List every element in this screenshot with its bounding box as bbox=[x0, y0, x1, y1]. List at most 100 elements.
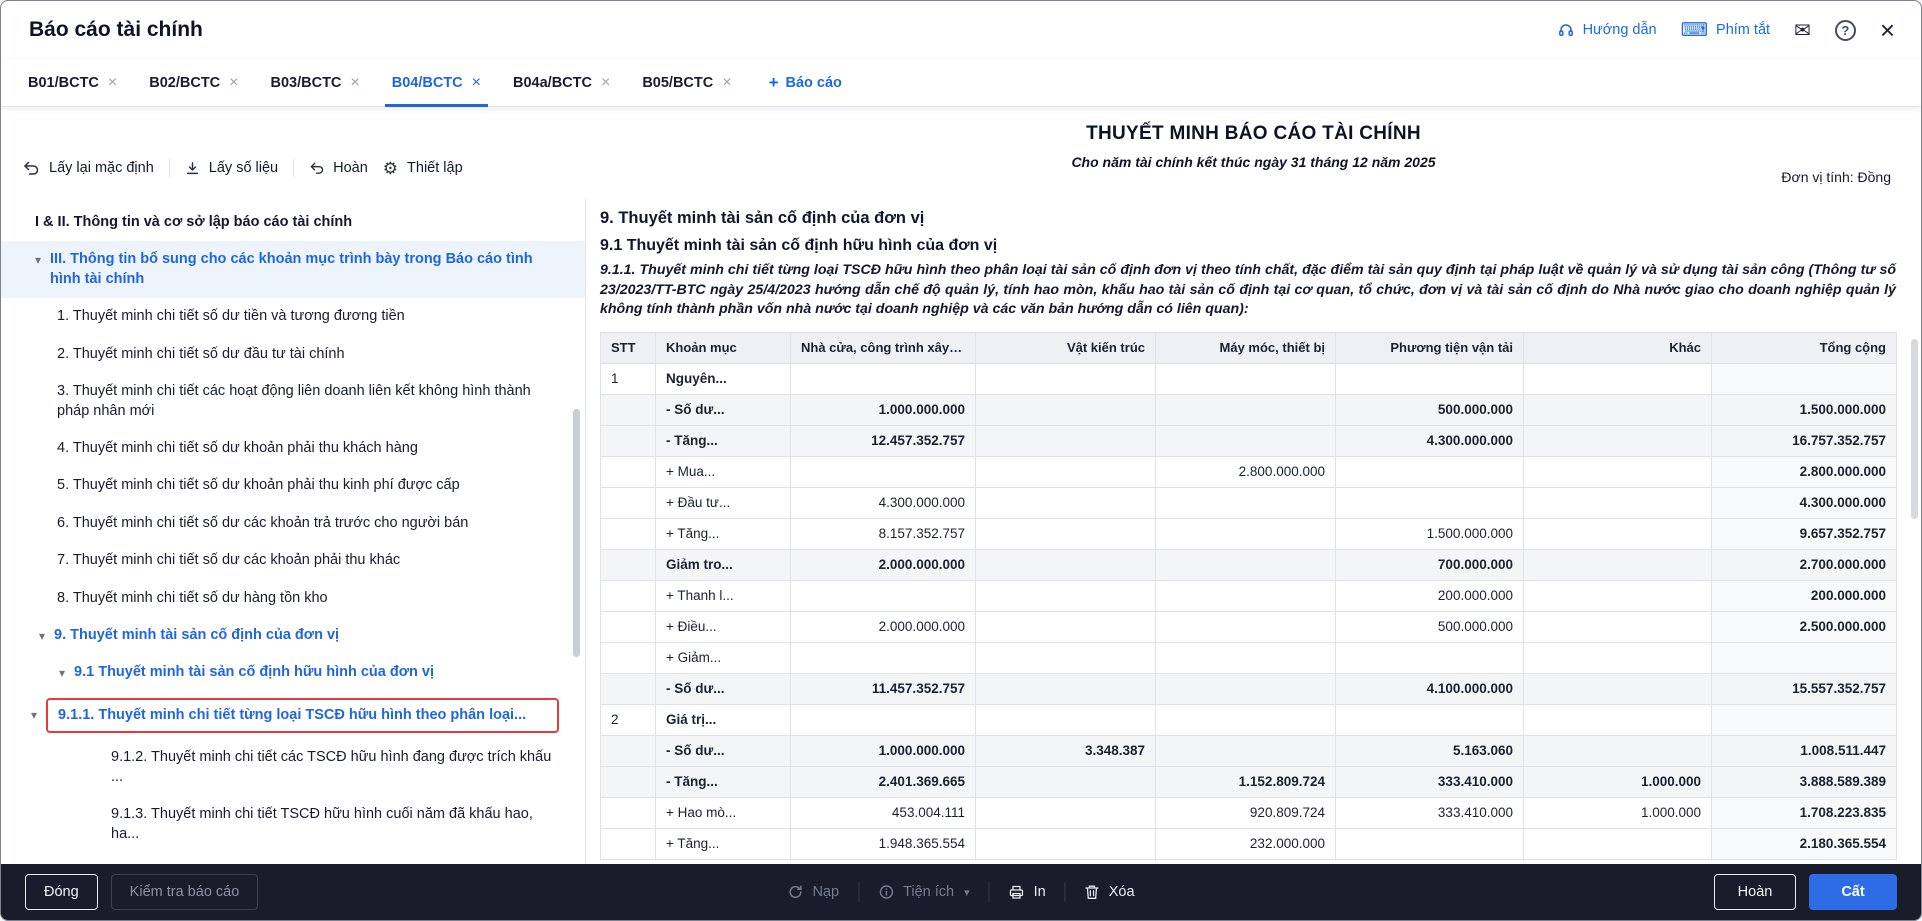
value-cell[interactable]: 1.000.000.000 bbox=[791, 735, 976, 766]
value-cell[interactable]: 2.401.369.665 bbox=[791, 766, 976, 797]
total-cell[interactable]: 2.800.000.000 bbox=[1712, 456, 1897, 487]
value-cell[interactable] bbox=[1156, 549, 1336, 580]
sidebar-scrollbar[interactable] bbox=[573, 409, 580, 657]
tab-b04a-bctc[interactable]: B04a/BCTC× bbox=[502, 59, 621, 106]
value-cell[interactable] bbox=[1524, 394, 1712, 425]
sidebar-item[interactable]: 2. Thuyết minh chi tiết số dư đầu tư tài… bbox=[1, 336, 585, 373]
value-cell[interactable] bbox=[1336, 363, 1524, 394]
load-button[interactable]: Nạp bbox=[787, 884, 839, 900]
value-cell[interactable] bbox=[976, 425, 1156, 456]
value-cell[interactable]: 4.100.000.000 bbox=[1336, 673, 1524, 704]
tab-close-icon[interactable]: × bbox=[350, 75, 359, 91]
total-cell[interactable]: 1.500.000.000 bbox=[1712, 394, 1897, 425]
value-cell[interactable] bbox=[1156, 611, 1336, 642]
value-cell[interactable] bbox=[1336, 828, 1524, 859]
sidebar-item[interactable]: ▾9. Thuyết minh tài sản cố định của đơn … bbox=[1, 617, 585, 654]
tab-close-icon[interactable]: × bbox=[722, 75, 731, 91]
total-cell[interactable]: 2.180.365.554 bbox=[1712, 828, 1897, 859]
guide-link[interactable]: Hướng dẫn bbox=[1557, 22, 1657, 38]
value-cell[interactable] bbox=[1156, 394, 1336, 425]
total-cell[interactable]: 4.300.000.000 bbox=[1712, 487, 1897, 518]
value-cell[interactable]: 8.157.352.757 bbox=[791, 518, 976, 549]
value-cell[interactable] bbox=[1156, 363, 1336, 394]
tab-close-icon[interactable]: × bbox=[229, 75, 238, 91]
content-scrollbar[interactable] bbox=[1911, 339, 1918, 519]
value-cell[interactable]: 11.457.352.757 bbox=[791, 673, 976, 704]
chevron-down-icon[interactable]: ▾ bbox=[39, 628, 45, 644]
total-cell[interactable] bbox=[1712, 642, 1897, 673]
total-cell[interactable]: 1.708.223.835 bbox=[1712, 797, 1897, 828]
value-cell[interactable] bbox=[1336, 487, 1524, 518]
value-cell[interactable] bbox=[976, 580, 1156, 611]
value-cell[interactable]: 4.300.000.000 bbox=[1336, 425, 1524, 456]
value-cell[interactable] bbox=[976, 549, 1156, 580]
value-cell[interactable] bbox=[1524, 828, 1712, 859]
tab-b05-bctc[interactable]: B05/BCTC× bbox=[631, 59, 742, 106]
delete-button[interactable]: Xóa bbox=[1085, 884, 1135, 900]
value-cell[interactable] bbox=[1524, 456, 1712, 487]
close-icon[interactable]: × bbox=[1880, 17, 1895, 43]
sidebar-item[interactable]: 5. Thuyết minh chi tiết số dư khoản phải… bbox=[1, 467, 585, 504]
value-cell[interactable] bbox=[1524, 549, 1712, 580]
total-cell[interactable]: 3.888.589.389 bbox=[1712, 766, 1897, 797]
tab-b01-bctc[interactable]: B01/BCTC× bbox=[17, 59, 128, 106]
value-cell[interactable]: 1.152.809.724 bbox=[1156, 766, 1336, 797]
value-cell[interactable]: 453.004.111 bbox=[791, 797, 976, 828]
total-cell[interactable]: 200.000.000 bbox=[1712, 580, 1897, 611]
value-cell[interactable] bbox=[1524, 673, 1712, 704]
value-cell[interactable] bbox=[1524, 363, 1712, 394]
value-cell[interactable] bbox=[1156, 735, 1336, 766]
value-cell[interactable]: 333.410.000 bbox=[1336, 766, 1524, 797]
value-cell[interactable]: 200.000.000 bbox=[1336, 580, 1524, 611]
value-cell[interactable] bbox=[791, 580, 976, 611]
sidebar-item[interactable]: 9.1.3. Thuyết minh chi tiết TSCĐ hữu hìn… bbox=[1, 796, 585, 853]
close-button[interactable]: Đóng bbox=[25, 874, 98, 910]
value-cell[interactable] bbox=[976, 611, 1156, 642]
total-cell[interactable]: 2.500.000.000 bbox=[1712, 611, 1897, 642]
value-cell[interactable] bbox=[1156, 487, 1336, 518]
sidebar-item[interactable]: 1. Thuyết minh chi tiết số dư tiền và tư… bbox=[1, 298, 585, 335]
total-cell[interactable]: 16.757.352.757 bbox=[1712, 425, 1897, 456]
chevron-down-icon[interactable]: ▾ bbox=[35, 252, 41, 268]
chevron-down-icon[interactable]: ▾ bbox=[59, 665, 65, 681]
value-cell[interactable] bbox=[1156, 518, 1336, 549]
value-cell[interactable] bbox=[1156, 580, 1336, 611]
value-cell[interactable] bbox=[791, 456, 976, 487]
check-report-button[interactable]: Kiểm tra báo cáo bbox=[111, 874, 259, 910]
save-button[interactable]: Cất bbox=[1809, 874, 1897, 910]
value-cell[interactable] bbox=[976, 363, 1156, 394]
tab-close-icon[interactable]: × bbox=[472, 75, 481, 91]
mail-icon[interactable]: ✉ bbox=[1794, 18, 1811, 43]
value-cell[interactable] bbox=[976, 797, 1156, 828]
value-cell[interactable] bbox=[976, 642, 1156, 673]
sidebar-item[interactable]: 4. Thuyết minh chi tiết số dư khoản phải… bbox=[1, 430, 585, 467]
shortcut-link[interactable]: ⌨ Phím tắt bbox=[1681, 21, 1770, 40]
add-report-button[interactable]: + Báo cáo bbox=[753, 59, 858, 106]
value-cell[interactable] bbox=[1336, 642, 1524, 673]
value-cell[interactable] bbox=[1156, 673, 1336, 704]
value-cell[interactable] bbox=[1524, 518, 1712, 549]
sidebar-item[interactable]: 8. Thuyết minh chi tiết số dư hàng tồn k… bbox=[1, 580, 585, 617]
value-cell[interactable] bbox=[791, 642, 976, 673]
value-cell[interactable]: 1.000.000 bbox=[1524, 766, 1712, 797]
value-cell[interactable] bbox=[1524, 611, 1712, 642]
value-cell[interactable] bbox=[976, 673, 1156, 704]
value-cell[interactable] bbox=[1524, 487, 1712, 518]
value-cell[interactable] bbox=[976, 704, 1156, 735]
undo-footer-button[interactable]: Hoàn bbox=[1714, 874, 1796, 910]
total-cell[interactable]: 2.700.000.000 bbox=[1712, 549, 1897, 580]
value-cell[interactable]: 700.000.000 bbox=[1336, 549, 1524, 580]
value-cell[interactable]: 333.410.000 bbox=[1336, 797, 1524, 828]
value-cell[interactable]: 3.348.387 bbox=[976, 735, 1156, 766]
sidebar-item[interactable]: 9.1.2. Thuyết minh chi tiết các TSCĐ hữu… bbox=[1, 739, 585, 796]
sidebar-item[interactable]: I & II. Thông tin và cơ sở lập báo cáo t… bbox=[1, 204, 585, 241]
sidebar-item[interactable]: ▾III. Thông tin bổ sung cho các khoản mụ… bbox=[1, 241, 585, 298]
total-cell[interactable]: 1.008.511.447 bbox=[1712, 735, 1897, 766]
value-cell[interactable] bbox=[976, 394, 1156, 425]
value-cell[interactable]: 12.457.352.757 bbox=[791, 425, 976, 456]
total-cell[interactable] bbox=[1712, 704, 1897, 735]
undo-button[interactable]: Hoàn bbox=[309, 160, 368, 176]
value-cell[interactable] bbox=[1336, 456, 1524, 487]
sidebar-item[interactable]: 6. Thuyết minh chi tiết số dư các khoản … bbox=[1, 505, 585, 542]
value-cell[interactable]: 1.948.365.554 bbox=[791, 828, 976, 859]
